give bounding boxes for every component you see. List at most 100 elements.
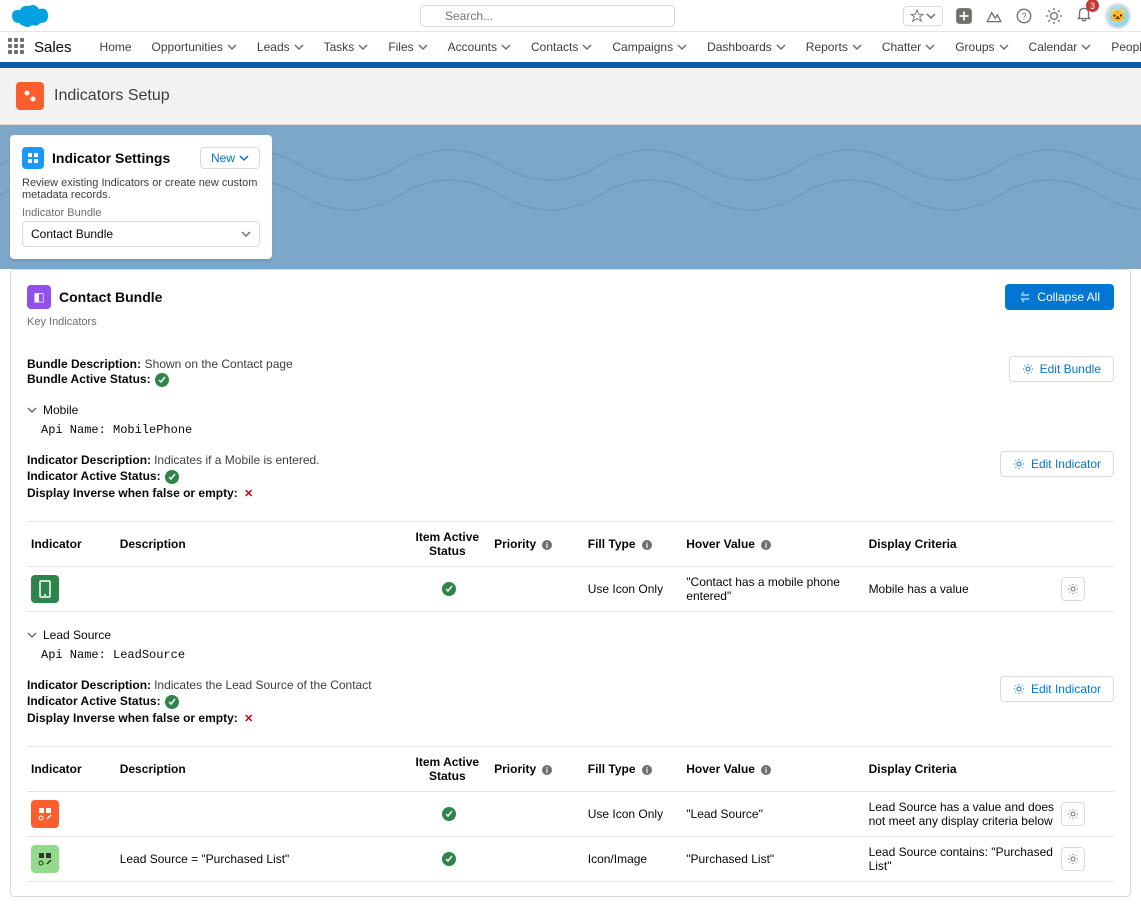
nav-item-calendar[interactable]: Calendar (1019, 31, 1102, 63)
cell-hover: "Lead Source" (686, 807, 868, 821)
nav-item-people[interactable]: People (1101, 31, 1141, 63)
indicator-swatch (31, 800, 59, 828)
bundle-desc-value: Shown on the Contact page (145, 357, 293, 371)
row-settings-button[interactable] (1061, 847, 1085, 871)
nav-label: Chatter (882, 40, 921, 54)
setup-gear-icon[interactable] (1045, 7, 1063, 25)
nav-item-campaigns[interactable]: Campaigns (602, 31, 697, 63)
bundle-active-label: Bundle Active Status: (27, 372, 151, 386)
bundle-select-label: Indicator Bundle (22, 207, 260, 219)
indicator-desc-label: Indicator Description: (27, 678, 151, 692)
gear-icon (1022, 363, 1034, 375)
x-icon: ✕ (242, 487, 256, 501)
row-settings-button[interactable] (1061, 577, 1085, 601)
page-header-icon (16, 82, 44, 110)
chevron-down-icon (27, 630, 37, 640)
settings-description: Review existing Indicators or create new… (22, 177, 260, 201)
col-active: Item Active Status (401, 755, 495, 783)
info-icon: i (541, 764, 553, 776)
nav-item-groups[interactable]: Groups (945, 31, 1018, 63)
app-launcher-icon[interactable] (8, 38, 24, 56)
favorites-button[interactable] (903, 6, 943, 26)
col-criteria: Display Criteria (869, 537, 1061, 551)
cell-filltype: Icon/Image (588, 852, 687, 866)
col-criteria: Display Criteria (869, 762, 1061, 776)
info-icon: i (641, 764, 653, 776)
check-icon (442, 582, 456, 596)
bundle-icon: ◧ (27, 285, 51, 309)
user-avatar[interactable]: 🐱 (1105, 3, 1131, 29)
nav-label: Home (100, 40, 132, 54)
indicator-settings-card: Indicator Settings New Review existing I… (10, 135, 272, 259)
global-search-input[interactable] (420, 5, 675, 27)
col-indicator: Indicator (31, 537, 120, 551)
nav-item-files[interactable]: Files (378, 31, 437, 63)
nav-item-leads[interactable]: Leads (247, 31, 314, 63)
chevron-down-icon (227, 42, 237, 52)
svg-text:i: i (646, 541, 648, 550)
info-icon: i (760, 764, 772, 776)
indicator-section-toggle[interactable]: Lead Source (27, 628, 1114, 642)
info-icon: i (760, 539, 772, 551)
check-icon (165, 695, 179, 709)
global-header: ? 3 🐱 (0, 0, 1141, 32)
edit-bundle-button[interactable]: Edit Bundle (1009, 356, 1114, 382)
chevron-down-icon (501, 42, 511, 52)
cell-hover: "Contact has a mobile phone entered" (686, 575, 868, 603)
bundle-select[interactable]: Contact Bundle (22, 221, 260, 247)
info-icon: i (541, 539, 553, 551)
indicator-desc-label: Indicator Description: (27, 453, 151, 467)
svg-text:i: i (765, 766, 767, 775)
chevron-down-icon (852, 42, 862, 52)
new-button-label: New (211, 151, 235, 165)
nav-label: Dashboards (707, 40, 772, 54)
row-settings-button[interactable] (1061, 802, 1085, 826)
nav-item-tasks[interactable]: Tasks (314, 31, 379, 63)
nav-label: Opportunities (152, 40, 223, 54)
cell-criteria: Mobile has a value (869, 582, 1061, 596)
nav-label: Reports (806, 40, 848, 54)
indicator-desc-value: Indicates if a Mobile is entered. (154, 453, 319, 467)
indicator-swatch (31, 575, 59, 603)
nav-item-reports[interactable]: Reports (796, 31, 872, 63)
api-name-row: Api Name: LeadSource (41, 648, 1114, 662)
nav-item-contacts[interactable]: Contacts (521, 31, 602, 63)
salesforce-logo (10, 3, 50, 29)
edit-indicator-button[interactable]: Edit Indicator (1000, 676, 1114, 702)
cell-filltype: Use Icon Only (588, 807, 687, 821)
col-description: Description (120, 762, 401, 776)
nav-item-accounts[interactable]: Accounts (438, 31, 521, 63)
col-active: Item Active Status (401, 530, 495, 558)
nav-label: Campaigns (612, 40, 673, 54)
chevron-down-icon (358, 42, 368, 52)
col-filltype: Fill Type i (588, 762, 687, 776)
indicator-name: Mobile (43, 403, 78, 417)
nav-item-home[interactable]: Home (90, 31, 142, 63)
default-icon (37, 806, 53, 822)
cell-description: Lead Source = "Purchased List" (120, 852, 401, 866)
nav-item-chatter[interactable]: Chatter (872, 31, 945, 63)
add-icon[interactable] (955, 7, 973, 25)
header-actions: ? 3 🐱 (903, 3, 1131, 29)
nav-label: Leads (257, 40, 290, 54)
app-name: Sales (34, 39, 72, 56)
notifications-button[interactable]: 3 (1075, 5, 1093, 26)
edit-indicator-button[interactable]: Edit Indicator (1000, 451, 1114, 477)
help-icon[interactable]: ? (1015, 7, 1033, 25)
collapse-all-button[interactable]: Collapse All (1005, 284, 1114, 310)
gear-icon (1013, 458, 1025, 470)
svg-text:i: i (546, 766, 548, 775)
nav-item-opportunities[interactable]: Opportunities (142, 31, 247, 63)
table-header-row: IndicatorDescriptionItem Active StatusPr… (27, 521, 1114, 567)
chevron-down-icon (776, 42, 786, 52)
trailhead-icon[interactable] (985, 7, 1003, 25)
new-button[interactable]: New (200, 147, 260, 169)
page-header: Indicators Setup (0, 68, 1141, 125)
indicator-section-toggle[interactable]: Mobile (27, 403, 1114, 417)
chevron-down-icon (294, 42, 304, 52)
col-description: Description (120, 537, 401, 551)
chevron-down-icon (582, 42, 592, 52)
check-icon (442, 807, 456, 821)
chevron-down-icon (239, 153, 249, 163)
nav-item-dashboards[interactable]: Dashboards (697, 31, 796, 63)
